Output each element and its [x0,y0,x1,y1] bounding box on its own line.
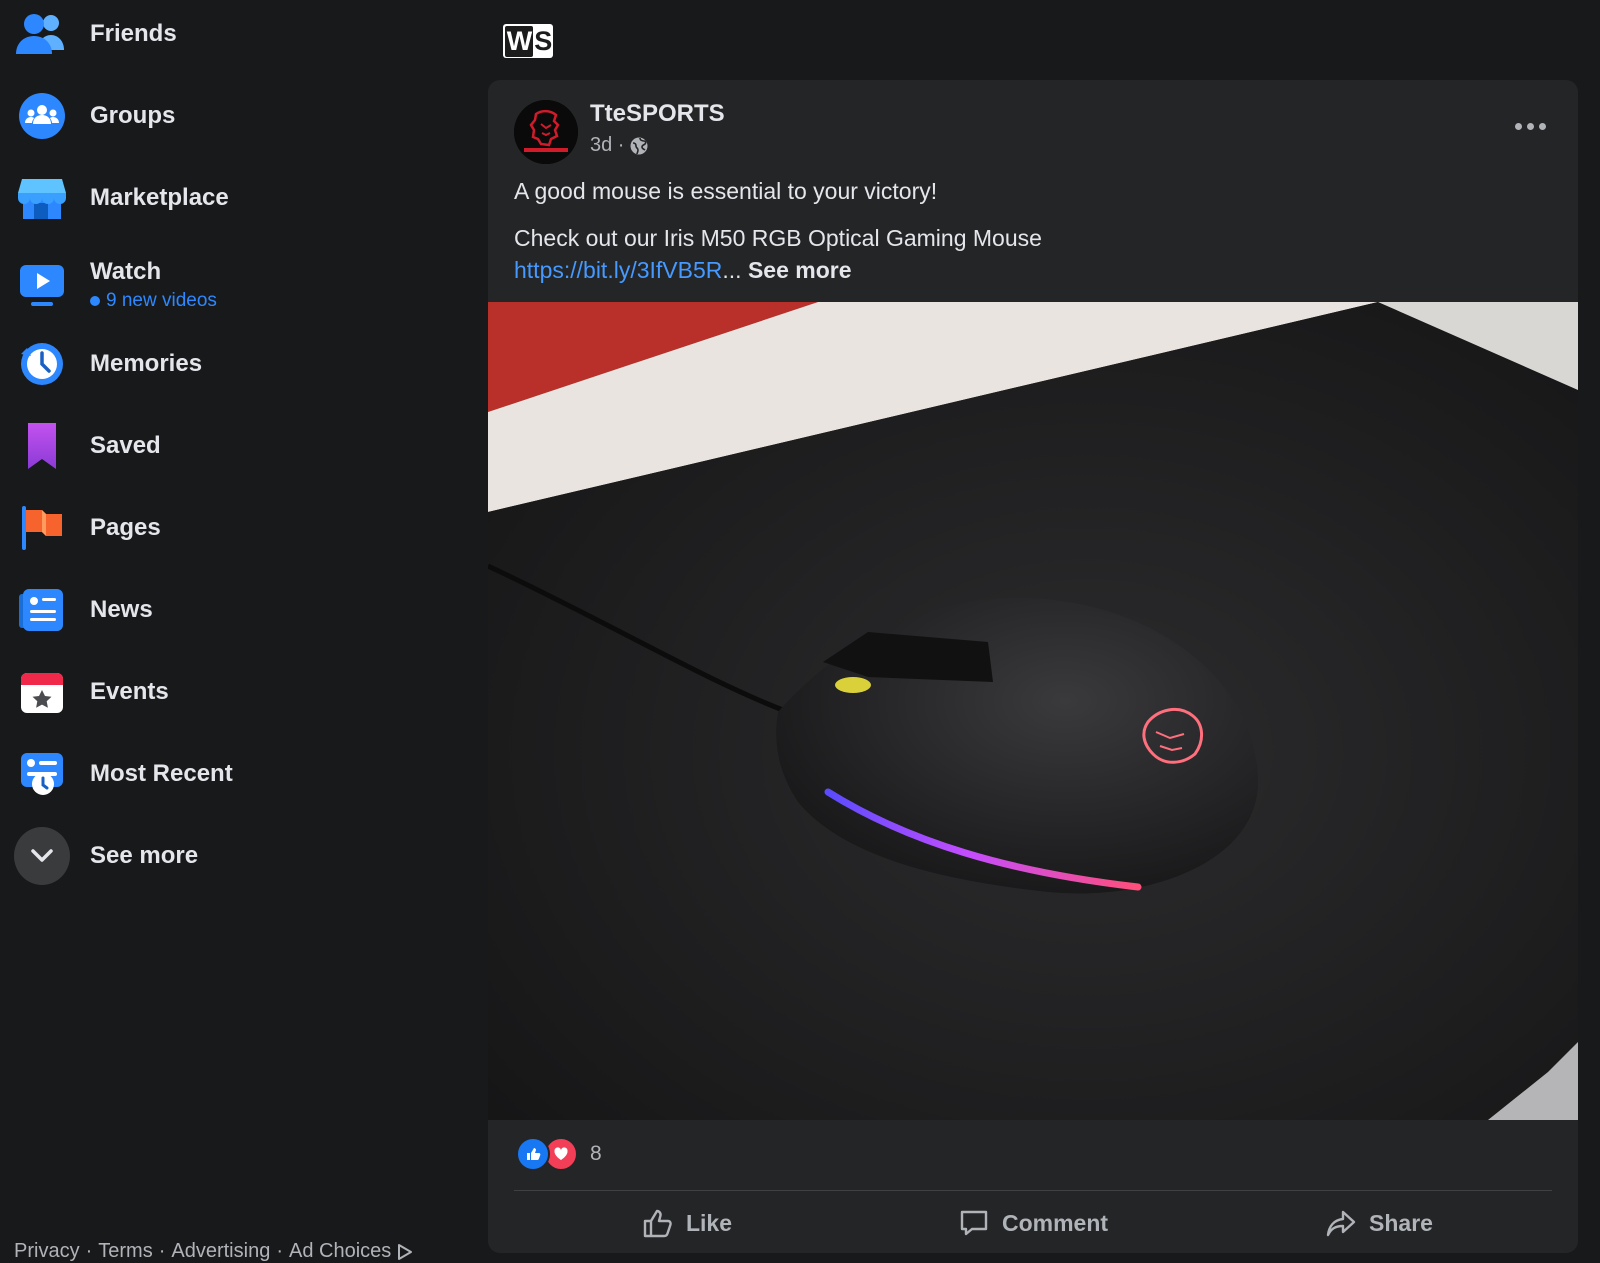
new-videos-badge: 9 new videos [90,290,217,312]
sidebar-item-label: See more [90,842,199,869]
post-link-line: https://bit.ly/3IfVB5R... See more [514,254,1042,286]
sidebar-item-pages[interactable]: Pages [14,490,454,566]
groups-icon [14,88,70,144]
post-meta: 3d · [590,134,649,157]
events-icon [14,664,70,720]
memories-icon [14,336,70,392]
logo-letter-s: S [534,25,552,56]
sidebar-item-label: News [90,596,153,623]
share-arrow-icon [1325,1208,1357,1238]
reactions-summary[interactable]: 8 [516,1137,602,1171]
ad-choices-link[interactable]: Ad Choices [289,1240,391,1263]
sidebar-item-memories[interactable]: Memories [14,326,454,402]
footer-separator: · [158,1240,166,1262]
sidebar-item-events[interactable]: Events [14,654,454,730]
like-label: Like [685,1209,733,1236]
post-author[interactable]: TteSPORTS [590,100,725,128]
more-dot-icon [1526,122,1534,130]
reaction-count: 8 [590,1142,602,1165]
sidebar-see-more-button[interactable]: See more [14,818,454,894]
terms-link[interactable]: Terms [98,1240,152,1263]
sidebar-item-groups[interactable]: Groups [14,78,454,154]
like-reaction-icon [516,1137,550,1171]
see-more-button[interactable]: See more [748,257,852,283]
most-recent-icon [14,746,70,802]
sidebar-item-label: Pages [90,514,161,541]
post-ellipsis: ... [722,257,742,283]
friends-icon [14,6,70,62]
globe-icon [629,136,649,156]
privacy-link[interactable]: Privacy [14,1240,80,1263]
ws-logo: WS [503,24,553,58]
post-link[interactable]: https://bit.ly/3IfVB5R [514,257,722,283]
sidebar-item-label: Memories [90,350,203,377]
footer-separator: · [276,1240,283,1262]
watch-icon [14,257,70,313]
sidebar-item-label: Most Recent [90,760,233,787]
post-actions: Like Comment Share [514,1194,1552,1252]
logo-letter-w: W [504,25,534,57]
post-text-line-2: Check out our Iris M50 RGB Optical Gamin… [514,225,1042,251]
new-videos-text: 9 new videos [106,290,217,311]
sidebar-item-most-recent[interactable]: Most Recent [14,736,454,812]
sidebar-item-watch[interactable]: Watch 9 new videos [14,242,454,328]
ad-choices-icon [397,1243,413,1261]
like-button[interactable]: Like [514,1194,860,1252]
more-dot-icon [1538,122,1546,130]
sidebar-item-label: Events [90,678,169,705]
sidebar-item-label: Friends [90,20,177,47]
marketplace-icon [14,170,70,226]
avatar[interactable] [514,100,578,164]
sidebar-item-saved[interactable]: Saved [14,408,454,484]
sidebar-item-friends[interactable]: Friends [14,0,454,72]
left-sidebar: Friends Groups Marketplace Watch 9 new v… [0,0,470,1263]
comment-label: Comment [1001,1209,1109,1236]
post-time[interactable]: 3d · [590,134,624,157]
post-text-line-1: A good mouse is essential to your victor… [514,178,938,204]
footer-links: Privacy · Terms · Advertising · Ad Choices [14,1240,413,1263]
share-button[interactable]: Share [1206,1194,1552,1252]
footer-separator: · [85,1240,93,1262]
action-divider [514,1190,1552,1191]
feed-post: TteSPORTS 3d · A good mouse is essential… [488,80,1578,1253]
advertising-link[interactable]: Advertising [171,1240,270,1263]
share-label: Share [1369,1209,1433,1236]
thumbs-up-icon [642,1208,674,1238]
post-options-button[interactable] [1508,106,1552,146]
unread-dot-icon [90,296,100,306]
comment-bubble-icon [958,1208,990,1238]
comment-button[interactable]: Comment [860,1194,1206,1252]
sidebar-item-news[interactable]: News [14,572,454,648]
saved-icon [14,418,70,474]
chevron-down-icon [14,827,70,885]
sidebar-item-label: Watch [90,258,162,285]
post-photo[interactable] [488,302,1578,1120]
sidebar-item-marketplace[interactable]: Marketplace [14,160,454,236]
sidebar-item-label: Groups [90,102,176,129]
post-text-body: Check out our Iris M50 RGB Optical Gamin… [514,222,1042,286]
pages-icon [14,500,70,556]
news-icon [14,582,70,638]
more-dot-icon [1514,122,1522,130]
sidebar-item-label: Saved [90,432,161,459]
sidebar-item-label: Marketplace [90,184,229,211]
